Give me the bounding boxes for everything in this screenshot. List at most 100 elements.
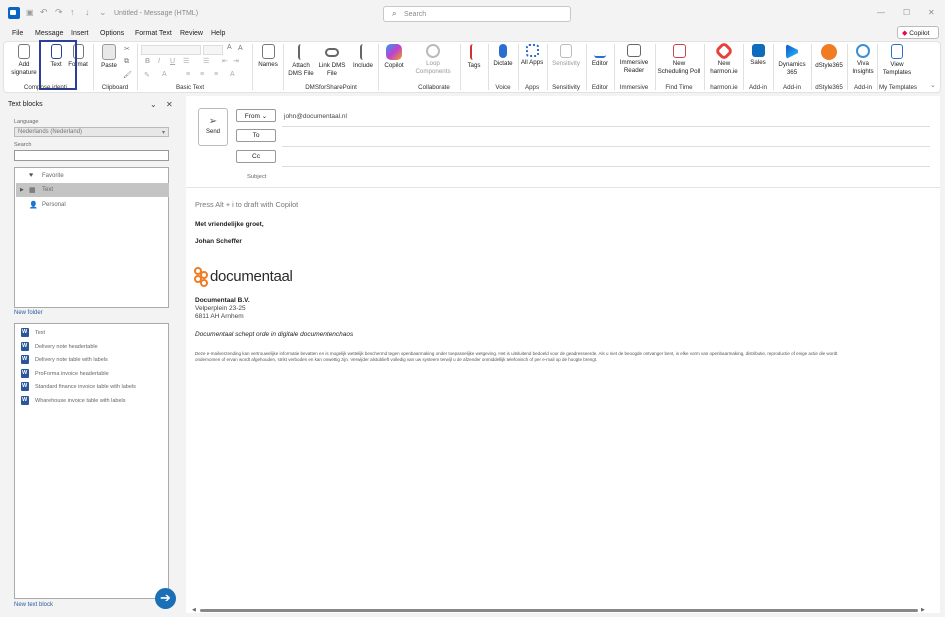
divider: [282, 126, 930, 127]
align-left-icon[interactable]: ≡: [186, 71, 190, 78]
group-find-time: Find Time: [665, 84, 693, 91]
to-field[interactable]: [282, 129, 930, 144]
paste-button[interactable]: Paste: [98, 44, 120, 70]
menu-options[interactable]: Options: [100, 30, 124, 37]
arrow-up-icon[interactable]: ↑: [70, 7, 75, 17]
language-label: Language: [14, 119, 39, 125]
copilot-button[interactable]: ◆ Copilot: [897, 26, 939, 39]
menu-insert[interactable]: Insert: [71, 30, 89, 37]
word-doc-icon: [21, 396, 29, 405]
editor-button[interactable]: Editor: [589, 44, 611, 68]
chevron-down-icon: ⌄: [261, 113, 268, 120]
font-size-select[interactable]: [203, 45, 223, 55]
bold-icon[interactable]: B: [145, 58, 150, 65]
arrow-down-icon[interactable]: ↓: [85, 7, 90, 17]
add-signature-button[interactable]: Add signature: [9, 44, 39, 76]
menu-file[interactable]: File: [12, 30, 23, 37]
pane-options-chevron-icon[interactable]: ⌄: [150, 100, 157, 109]
search-input[interactable]: ⌕ Search: [383, 6, 571, 22]
to-button[interactable]: To: [236, 129, 276, 142]
folder-text[interactable]: ▶ ▦ Text: [16, 183, 169, 197]
qat-more-icon[interactable]: ⌄: [99, 7, 107, 18]
font-color-icon[interactable]: A: [162, 71, 167, 78]
grow-font-icon[interactable]: A: [227, 44, 232, 51]
new-harmonie-button[interactable]: New harmon.ie: [706, 41, 742, 75]
highlight-box: [39, 40, 77, 90]
search-label: Search: [14, 142, 32, 148]
immersive-reader-button[interactable]: Immersive Reader: [616, 44, 652, 74]
send-button[interactable]: ➢ Send: [198, 108, 228, 146]
divider: [773, 44, 774, 90]
italic-icon[interactable]: I: [158, 58, 160, 65]
dstyle365-button[interactable]: dStyle365: [812, 44, 846, 70]
scroll-right-icon[interactable]: ▶: [921, 607, 925, 613]
menu-format-text[interactable]: Format Text: [135, 30, 172, 37]
copilot-ribbon-button[interactable]: Copilot: [380, 44, 408, 70]
arrow-right-icon: ➔: [160, 590, 171, 605]
all-apps-button[interactable]: All Apps: [520, 44, 544, 67]
new-text-block-link[interactable]: New text block: [14, 602, 53, 608]
sales-button[interactable]: Sales: [746, 44, 770, 67]
new-folder-link[interactable]: New folder: [14, 310, 43, 316]
sensitivity-button[interactable]: Sensitivity: [549, 44, 583, 68]
outlook-logo-icon: [8, 7, 20, 19]
from-value: john@documentaal.nl: [284, 113, 347, 120]
indent-icon[interactable]: ⇤: [222, 57, 228, 65]
include-button[interactable]: Include: [350, 44, 376, 70]
view-templates-button[interactable]: View Templates: [880, 44, 914, 76]
align-right-icon[interactable]: ≡: [214, 71, 218, 78]
folder-personal[interactable]: 👤 Personal: [16, 198, 169, 212]
cut-icon[interactable]: ✂: [124, 45, 130, 53]
numbering-icon[interactable]: ☰: [203, 57, 209, 65]
textblock-search-input[interactable]: [14, 150, 169, 161]
maximize-icon[interactable]: ☐: [903, 8, 910, 17]
divider: [586, 44, 587, 90]
names-button[interactable]: Names: [255, 44, 281, 69]
add-signature-label: Add signature: [11, 61, 37, 76]
dictate-button[interactable]: Dictate: [490, 44, 516, 68]
scroll-left-icon[interactable]: ◀: [192, 607, 196, 613]
link-dms-file-button[interactable]: Link DMS File: [317, 44, 347, 77]
outdent-icon[interactable]: ⇥: [233, 57, 239, 65]
folder-favorite[interactable]: ♥ Favorite: [16, 169, 169, 183]
folder-tree: ♥ Favorite ▶ ▦ Text 👤 Personal: [14, 167, 169, 308]
save-icon[interactable]: ▣: [26, 8, 34, 17]
pane-close-icon[interactable]: ✕: [166, 100, 173, 109]
cc-button[interactable]: Cc: [236, 150, 276, 163]
attach-dms-file-button[interactable]: Attach DMS File: [285, 44, 317, 77]
loop-components-button[interactable]: Loop Components: [412, 44, 454, 75]
copilot-label: Copilot: [909, 30, 930, 37]
immersive-reader-label: Immersive Reader: [619, 59, 649, 74]
underline-icon[interactable]: U: [170, 58, 175, 65]
new-scheduling-poll-button[interactable]: New Scheduling Poll: [657, 44, 701, 75]
font-name-select[interactable]: [141, 45, 201, 55]
minimize-icon[interactable]: —: [877, 8, 885, 17]
subject-field[interactable]: [282, 170, 930, 185]
cc-field[interactable]: [282, 150, 930, 165]
scrollbar-thumb[interactable]: [200, 609, 918, 612]
from-button[interactable]: From ⌄: [236, 109, 276, 122]
undo-icon[interactable]: ↶: [40, 7, 48, 18]
redo-icon[interactable]: ↷: [55, 7, 63, 18]
highlight-icon[interactable]: ✎: [144, 71, 150, 79]
group-addin-2: Add-in: [783, 84, 801, 91]
language-select[interactable]: Nederlands (Nederland) ▾: [14, 127, 169, 137]
horizontal-scrollbar[interactable]: ◀ ▶: [192, 607, 927, 613]
close-icon[interactable]: ✕: [928, 8, 935, 17]
tags-button[interactable]: Tags: [464, 44, 484, 70]
dynamics-365-button[interactable]: Dynamics 365: [775, 44, 809, 76]
bullets-icon[interactable]: ☰: [183, 57, 189, 65]
menu-help[interactable]: Help: [211, 30, 225, 37]
clear-format-icon[interactable]: A: [230, 71, 235, 78]
menu-message[interactable]: Message: [35, 30, 63, 37]
shrink-font-icon[interactable]: A: [238, 45, 243, 52]
insert-arrow-button[interactable]: ➔: [155, 588, 176, 609]
ribbon-collapse-icon[interactable]: ⌄: [930, 81, 936, 89]
menu-review[interactable]: Review: [180, 30, 203, 37]
format-painter-icon[interactable]: 🖌: [123, 71, 132, 79]
copy-icon[interactable]: ⧉: [124, 58, 129, 66]
viva-insights-button[interactable]: Viva Insights: [849, 44, 877, 75]
editor-label: Editor: [591, 60, 609, 67]
align-center-icon[interactable]: ≡: [200, 71, 204, 78]
expand-arrow-icon[interactable]: ▶: [20, 187, 24, 193]
